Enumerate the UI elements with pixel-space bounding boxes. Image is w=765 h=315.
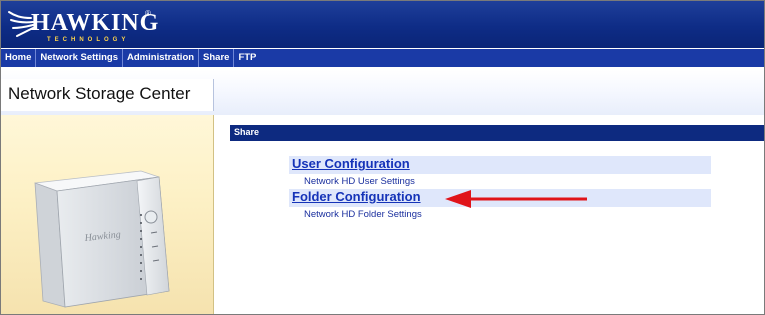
registered-mark: ®	[145, 9, 151, 18]
share-section-header: Share	[230, 125, 764, 141]
hawking-logo[interactable]: HAWKING ® TECHNOLOGY	[7, 6, 167, 46]
folder-configuration-description: Network HD Folder Settings	[304, 209, 422, 220]
folder-configuration-link[interactable]: Folder Configuration	[292, 189, 421, 204]
nav-administration[interactable]: Administration	[123, 49, 200, 67]
user-configuration-row: User Configuration	[289, 156, 711, 174]
network-storage-device-image: Hawking	[34, 170, 170, 308]
title-box: Network Storage Center	[1, 79, 214, 111]
nav-share[interactable]: Share	[199, 49, 235, 67]
nav-home[interactable]: Home	[1, 49, 37, 67]
section-title: Share	[234, 127, 260, 137]
header: HAWKING ® TECHNOLOGY	[1, 1, 764, 48]
nav-ftp[interactable]: FTP	[234, 49, 260, 67]
red-arrow-annotation	[445, 190, 587, 208]
left-panel: Hawking	[1, 115, 214, 314]
app-frame: HAWKING ® TECHNOLOGY Home Network Settin…	[0, 0, 765, 315]
page-title: Network Storage Center	[8, 84, 191, 103]
user-configuration-link[interactable]: User Configuration	[292, 156, 410, 171]
nav-network-settings[interactable]: Network Settings	[36, 49, 124, 67]
user-configuration-description: Network HD User Settings	[304, 176, 415, 187]
brand-tagline: TECHNOLOGY	[47, 37, 130, 43]
brand-name: HAWKING	[31, 10, 160, 36]
top-nav: Home Network Settings Administration Sha…	[1, 49, 764, 67]
